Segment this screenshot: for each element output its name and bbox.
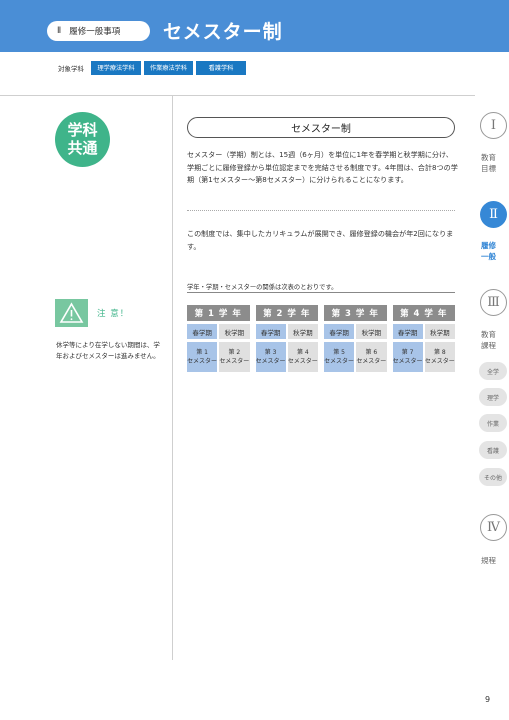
section-3-icon[interactable]: Ⅲ (480, 289, 507, 316)
year-block-1: 第 1 学 年 春学期 秋学期 第 1 セメスター 第 2 セメスター (187, 305, 250, 372)
section-1-label[interactable]: 教育 目標 (481, 152, 509, 174)
target-tag-pt: 理学療法学科 (91, 60, 141, 75)
term-spring: 春学期 (324, 324, 355, 339)
page-title: セメスター制 (163, 21, 283, 43)
semester-cell: 第 2 セメスター (219, 342, 250, 372)
term-autumn: 秋学期 (219, 324, 250, 339)
sub-pill-ot[interactable]: 作業 (479, 414, 507, 432)
section-3-label[interactable]: 教育 課程 (481, 329, 509, 351)
term-spring: 春学期 (255, 324, 286, 339)
chapter-label: 履修一般事項 (69, 27, 121, 37)
warning-icon (55, 299, 88, 327)
semester-cell: 第 3 セメスター (255, 342, 286, 372)
section-2-label[interactable]: 履修 一般 (481, 240, 509, 262)
semester-cell: 第 8 セメスター (424, 342, 455, 372)
caution-label: 注 意！ (97, 309, 130, 319)
section-4-label[interactable]: 規程 (481, 555, 509, 566)
year-block-3: 第 3 学 年 春学期 秋学期 第 5 セメスター 第 6 セメスター (324, 305, 387, 372)
year-block-4: 第 4 学 年 春学期 秋学期 第 7 セメスター 第 8 セメスター (392, 305, 455, 372)
target-label: 対象学科 (58, 64, 84, 73)
term-spring: 春学期 (187, 324, 218, 339)
caption-underline (187, 292, 455, 293)
term-spring: 春学期 (392, 324, 423, 339)
divider (0, 95, 475, 96)
section-4-icon[interactable]: Ⅳ (480, 514, 507, 541)
semester-cell: 第 7 セメスター (392, 342, 423, 372)
semester-cell: 第 6 セメスター (356, 342, 387, 372)
badge-line-2: 共通 (67, 139, 98, 157)
table-caption: 学年・学期・セメスターの関係は次表のとおりです。 (187, 284, 338, 291)
section-1-icon[interactable]: Ⅰ (480, 112, 507, 139)
chapter-number: Ⅱ (57, 26, 62, 36)
semester-table: 第 1 学 年 春学期 秋学期 第 1 セメスター 第 2 セメスター 第 2 学 … (187, 305, 455, 372)
sub-pill-all[interactable]: 全学 (479, 362, 507, 380)
badge-line-1: 学科 (67, 121, 98, 139)
caution-box: 注 意！ (55, 299, 129, 327)
target-tag-nursing: 看護学科 (196, 60, 246, 75)
page-number: 9 (485, 695, 491, 704)
sub-pill-pt[interactable]: 理学 (479, 388, 507, 406)
year-block-2: 第 2 学 年 春学期 秋学期 第 3 セメスター 第 4 セメスター (255, 305, 318, 372)
year-header: 第 2 学 年 (255, 305, 318, 321)
column-divider (172, 96, 173, 660)
semester-cell: 第 1 セメスター (187, 342, 218, 372)
section-2-icon[interactable]: Ⅱ (480, 201, 507, 228)
sub-pill-other[interactable]: その他 (479, 468, 507, 486)
year-header: 第 4 学 年 (392, 305, 455, 321)
system-paragraph: この制度では、集中したカリキュラムが展開でき、履修登録の機会が年2回になります。 (187, 229, 454, 251)
common-badge: 学科 共通 (55, 112, 110, 167)
intro-paragraph: セメスター（学期）制とは、15週（6ヶ月）を単位に1年を春学期と秋学期に分け、学… (187, 150, 458, 184)
caution-text: 休学等により在学しない期間は、学年およびセメスターは進みません。 (56, 341, 160, 360)
term-autumn: 秋学期 (287, 324, 318, 339)
year-header: 第 1 学 年 (187, 305, 250, 321)
page-header: Ⅱ 履修一般事項 セメスター制 (0, 0, 509, 52)
target-departments: 対象学科 理学療法学科 作業療法学科 看護学科 (58, 60, 246, 75)
dotted-divider (187, 210, 455, 211)
target-tag-ot: 作業療法学科 (144, 60, 193, 75)
semester-cell: 第 4 セメスター (287, 342, 318, 372)
sub-pill-nursing[interactable]: 看護 (479, 441, 507, 459)
section-title: セメスター制 (187, 117, 455, 138)
term-autumn: 秋学期 (356, 324, 387, 339)
year-header: 第 3 学 年 (324, 305, 387, 321)
chapter-pill: Ⅱ 履修一般事項 (47, 21, 150, 41)
semester-cell: 第 5 セメスター (324, 342, 355, 372)
term-autumn: 秋学期 (424, 324, 455, 339)
